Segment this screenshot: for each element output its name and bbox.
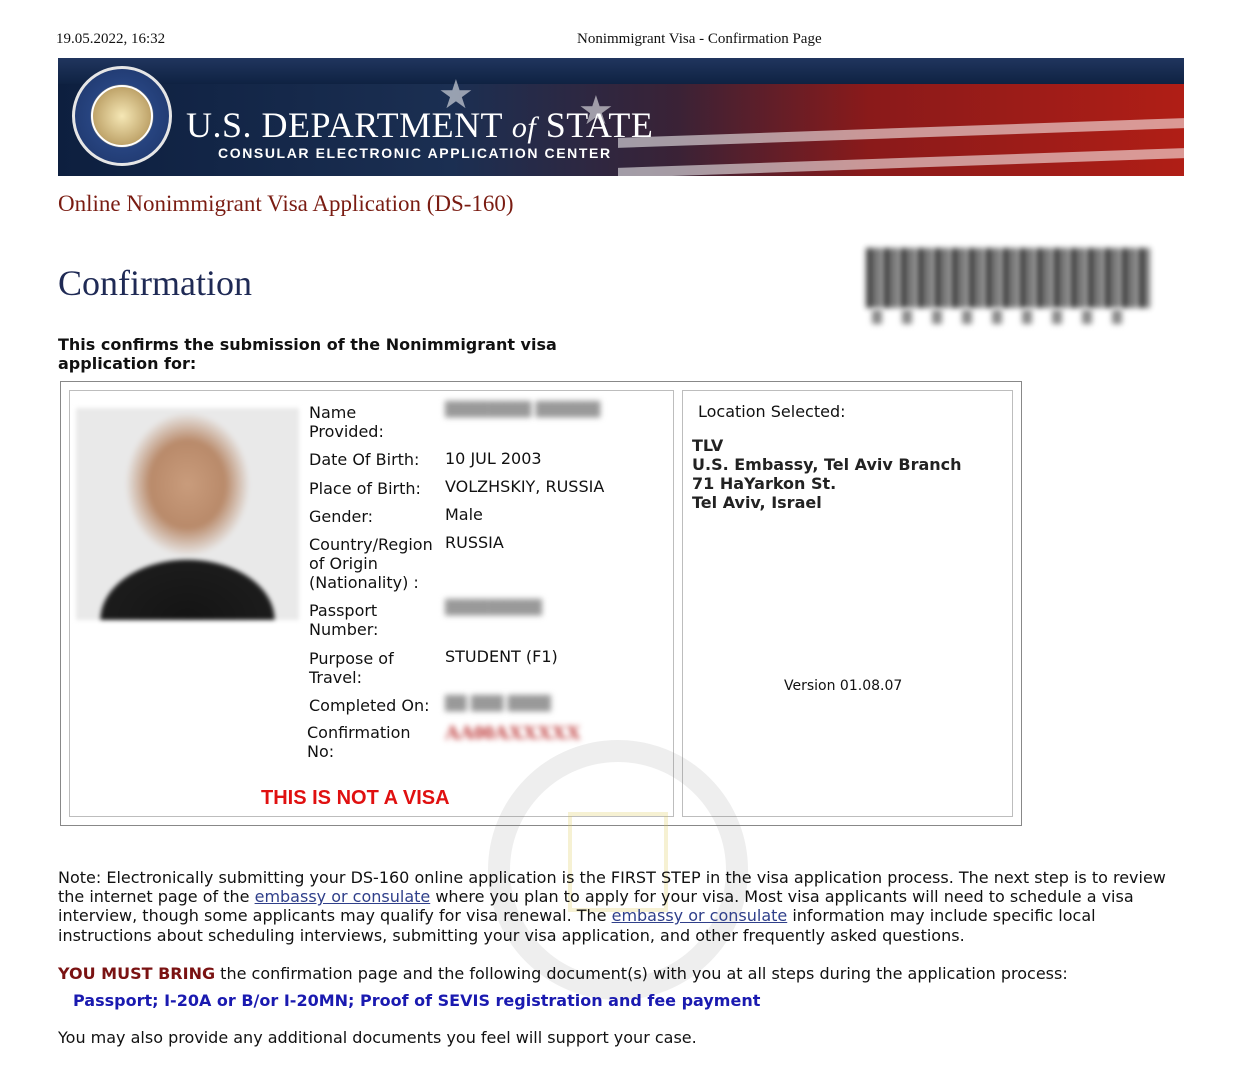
application-title: Online Nonimmigrant Visa Application (DS… bbox=[58, 191, 514, 216]
location-name: U.S. Embassy, Tel Aviv Branch bbox=[692, 455, 962, 474]
must-bring-emphasis: YOU MUST BRING bbox=[58, 964, 216, 983]
flag-stripe bbox=[618, 148, 1184, 176]
gender-value: Male bbox=[445, 505, 483, 524]
department-seal-icon bbox=[72, 66, 172, 166]
print-header: 19.05.2022, 16:32 Nonimmigrant Visa - Co… bbox=[56, 31, 1184, 51]
pob-label: Place of Birth: bbox=[309, 479, 421, 498]
passport-value-redacted: █████████ bbox=[445, 600, 542, 616]
confirmation-value-redacted: AA00AXXXXX bbox=[445, 722, 581, 744]
confirmation-label: Confirmation No: bbox=[307, 723, 411, 761]
page-heading: Confirmation bbox=[58, 263, 252, 303]
purpose-label: Purpose of Travel: bbox=[309, 649, 394, 687]
not-a-visa-warning: THIS IS NOT A VISA bbox=[261, 787, 450, 809]
location-city: Tel Aviv, Israel bbox=[692, 493, 822, 512]
required-documents: Passport; I-20A or B/or I-20MN; Proof of… bbox=[73, 991, 761, 1010]
dob-label: Date Of Birth: bbox=[309, 450, 420, 469]
print-page-title: Nonimmigrant Visa - Confirmation Page bbox=[577, 31, 822, 47]
purpose-value: STUDENT (F1) bbox=[445, 647, 558, 666]
location-code: TLV bbox=[692, 436, 724, 455]
note-paragraph: Note: Electronically submitting your DS-… bbox=[58, 868, 1166, 945]
state-department-banner: ★ ★ U.S. DEPARTMENT of STATE CONSULAR EL… bbox=[58, 58, 1184, 176]
dob-value: 10 JUL 2003 bbox=[445, 449, 542, 468]
passport-label: Passport Number: bbox=[309, 601, 379, 639]
name-value-redacted: ████████ ██████ bbox=[445, 402, 601, 418]
location-street: 71 HaYarkon St. bbox=[692, 474, 837, 493]
gender-label: Gender: bbox=[309, 507, 374, 526]
completed-value-redacted: ██ ███ ████ bbox=[445, 696, 551, 712]
print-datetime: 19.05.2022, 16:32 bbox=[56, 31, 166, 47]
nationality-label: Country/Region of Origin (Nationality) : bbox=[309, 535, 433, 592]
intro-text: This confirms the submission of the Noni… bbox=[58, 335, 557, 373]
department-subtitle: CONSULAR ELECTRONIC APPLICATION CENTER bbox=[218, 145, 612, 161]
embassy-link[interactable]: embassy or consulate bbox=[255, 887, 431, 906]
applicant-photo bbox=[76, 408, 299, 620]
barcode-image bbox=[866, 248, 1150, 308]
nationality-value: RUSSIA bbox=[445, 533, 504, 552]
location-address: TLV U.S. Embassy, Tel Aviv Branch 71 HaY… bbox=[692, 436, 962, 512]
banner-top-band bbox=[58, 58, 1184, 84]
must-bring-text: YOU MUST BRING the confirmation page and… bbox=[58, 964, 1068, 983]
embassy-link[interactable]: embassy or consulate bbox=[612, 906, 788, 925]
barcode-digits-redacted bbox=[872, 310, 1142, 324]
pob-value: VOLZHSKIY, RUSSIA bbox=[445, 477, 605, 496]
name-label: Name Provided: bbox=[309, 403, 384, 441]
completed-label: Completed On: bbox=[309, 696, 430, 715]
flag-stripe bbox=[618, 118, 1184, 148]
department-title: U.S. DEPARTMENT of STATE bbox=[186, 105, 654, 145]
location-label: Location Selected: bbox=[698, 402, 846, 421]
version-text: Version 01.08.07 bbox=[784, 678, 903, 694]
additional-documents-note: You may also provide any additional docu… bbox=[58, 1028, 697, 1047]
